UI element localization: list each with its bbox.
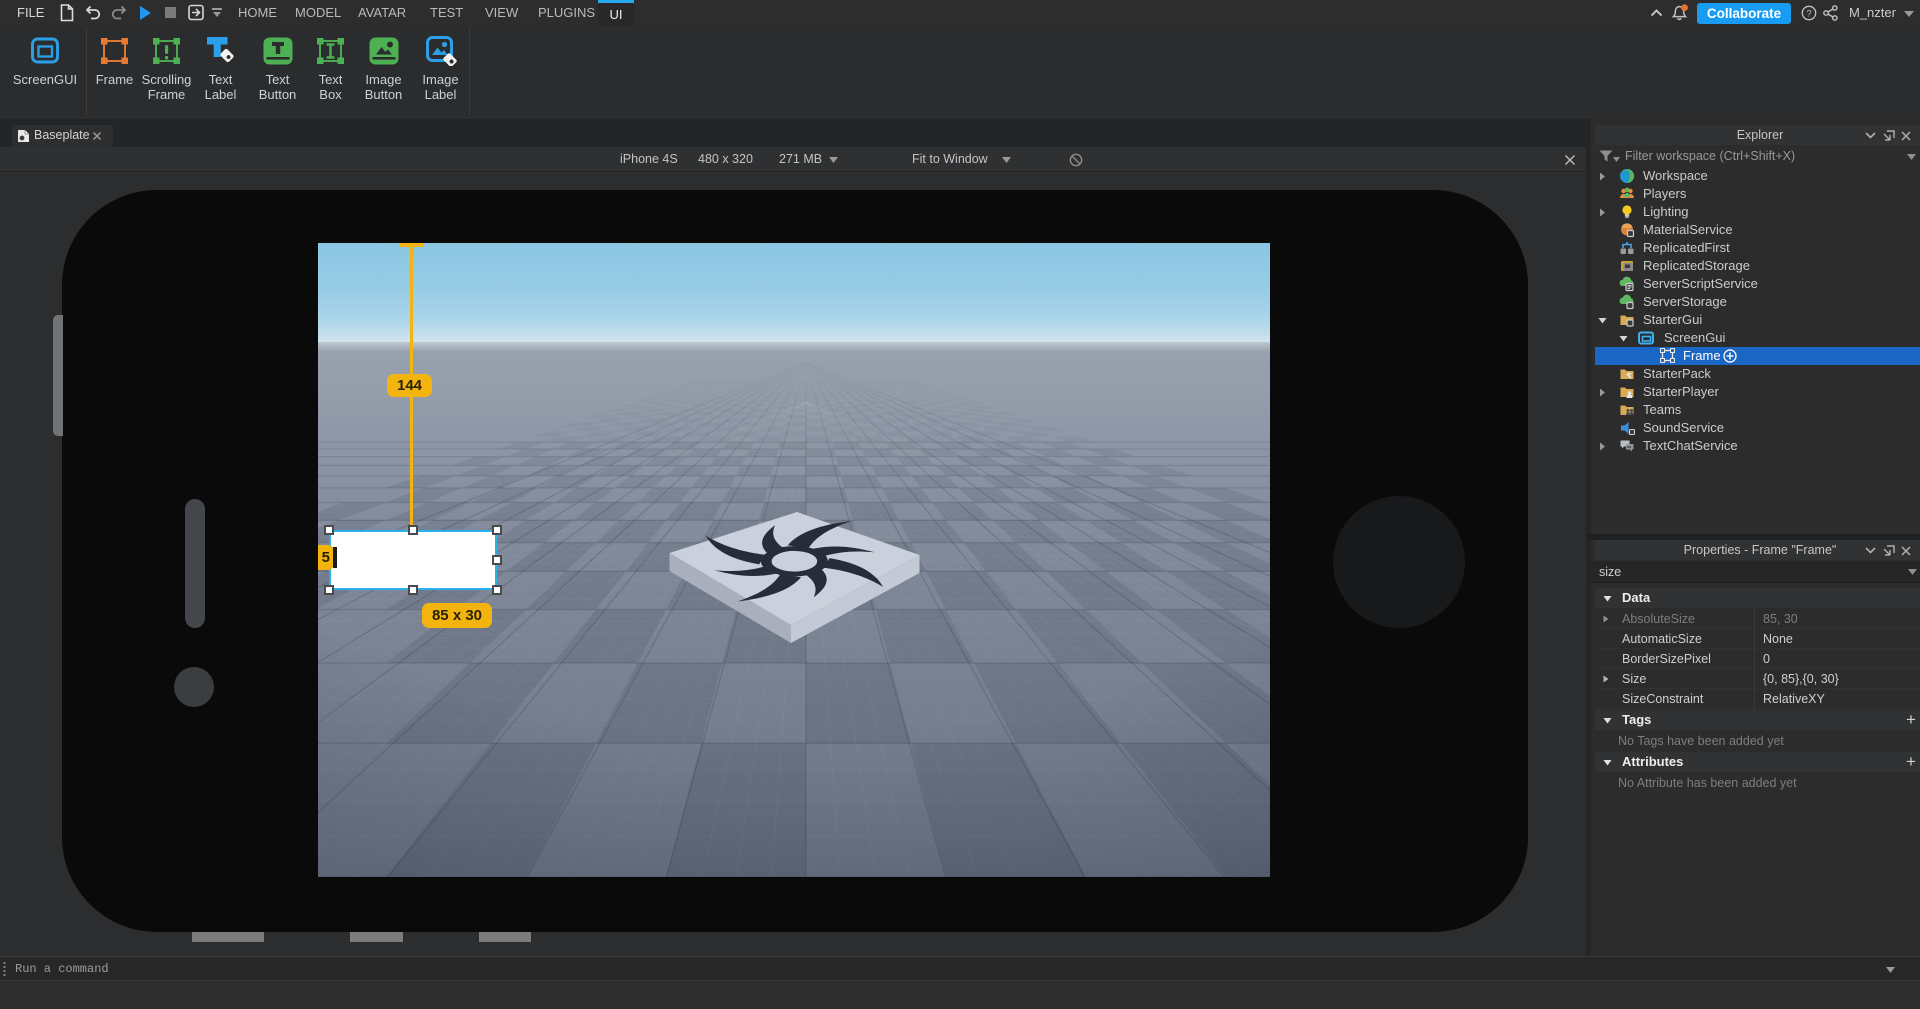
svg-text:?: ?	[1806, 9, 1811, 20]
